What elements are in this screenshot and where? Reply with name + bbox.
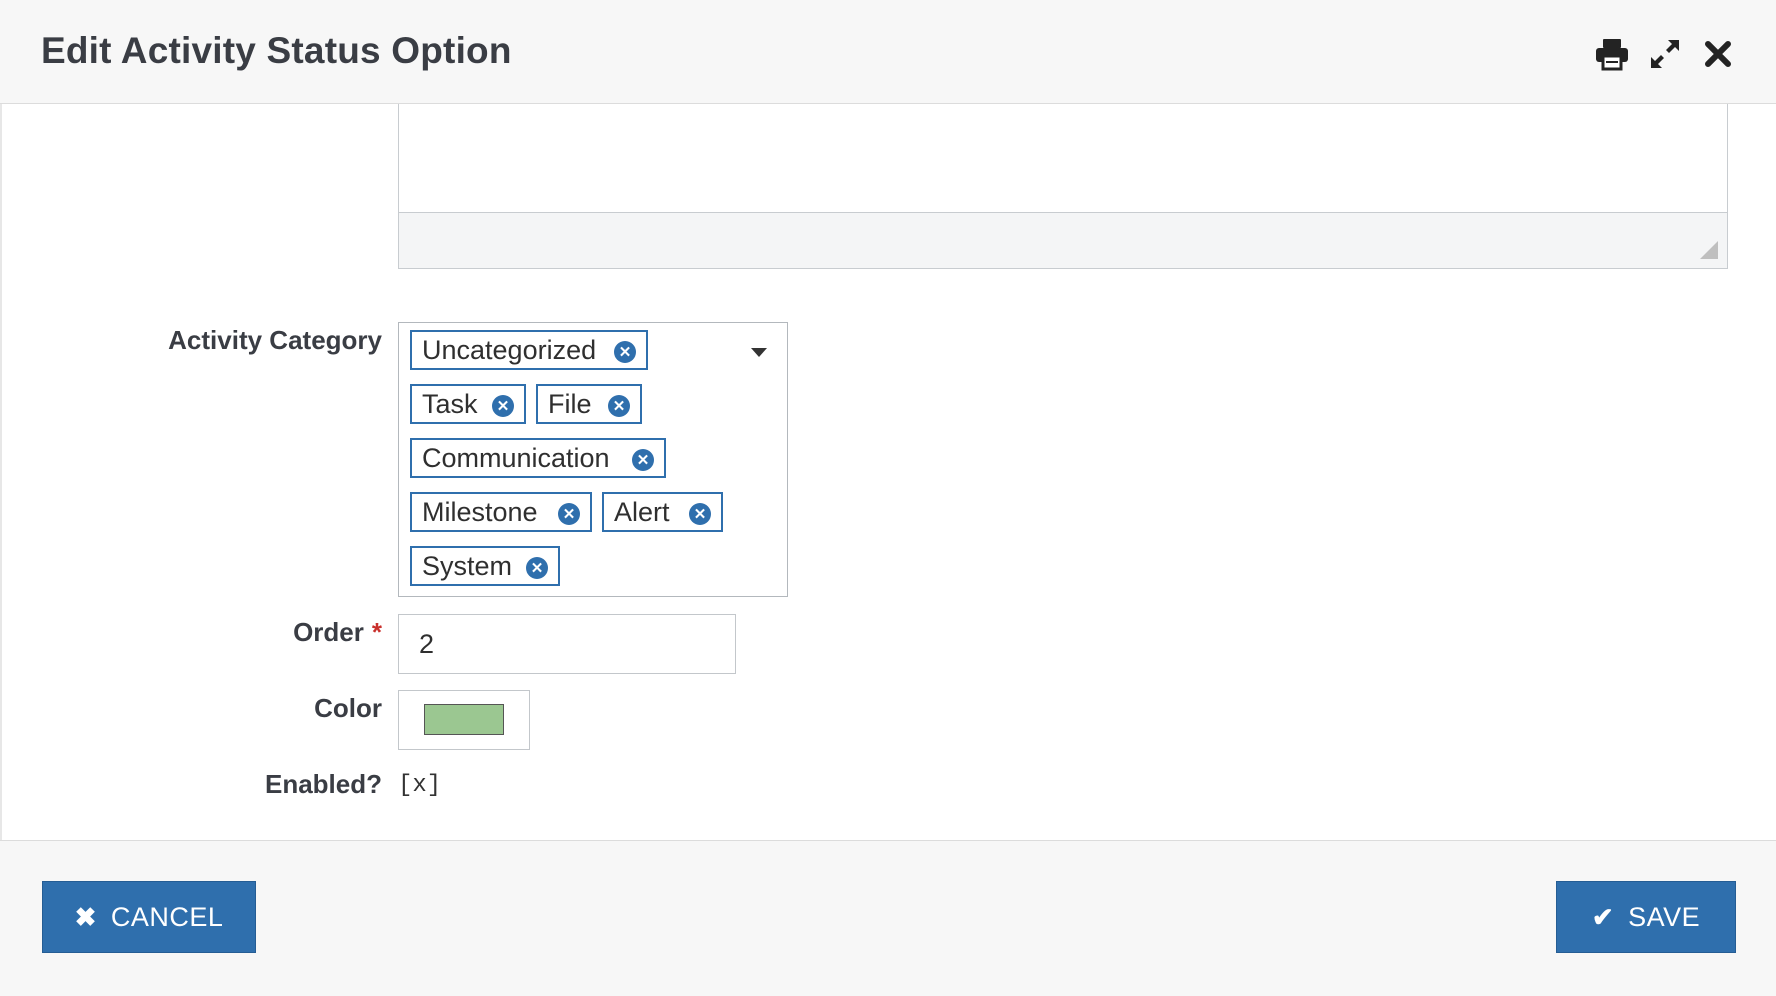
tag-label: Task — [422, 388, 478, 419]
order-label-text: Order — [293, 617, 364, 647]
tag-label: Alert — [614, 496, 670, 527]
tag-label: System — [422, 550, 513, 581]
remove-tag-icon[interactable]: ✕ — [608, 395, 630, 417]
color-label: Color — [314, 693, 382, 723]
chevron-down-icon[interactable] — [751, 348, 767, 357]
tag-label: Communication — [422, 442, 610, 473]
tag-milestone: Milestone ✕ — [410, 492, 592, 532]
remove-tag-icon[interactable]: ✕ — [689, 503, 711, 525]
activity-category-label: Activity Category — [168, 325, 382, 355]
order-input[interactable]: 2 — [398, 614, 736, 674]
tag-alert: Alert ✕ — [602, 492, 723, 532]
color-swatch — [424, 704, 504, 735]
description-textarea[interactable] — [398, 104, 1728, 269]
remove-tag-icon[interactable]: ✕ — [632, 449, 654, 471]
enabled-label: Enabled? — [264, 769, 382, 799]
required-marker: * — [371, 617, 382, 647]
check-icon: ✔ — [1591, 901, 1615, 932]
expand-icon[interactable] — [1645, 34, 1685, 74]
tag-file: File ✕ — [536, 384, 642, 424]
dialog-header: Edit Activity Status Option — [0, 0, 1776, 104]
print-icon[interactable] — [1592, 34, 1632, 74]
cancel-button[interactable]: ✖ CANCEL — [42, 881, 256, 953]
tag-label: Uncategorized — [422, 334, 597, 365]
cancel-button-label: CANCEL — [110, 901, 224, 932]
tag-task: Task ✕ — [410, 384, 526, 424]
times-icon: ✖ — [74, 901, 97, 932]
tag-communication: Communication ✕ — [410, 438, 666, 478]
save-button[interactable]: ✔ SAVE — [1556, 881, 1736, 953]
save-button-label: SAVE — [1628, 901, 1701, 932]
resize-handle-icon[interactable] — [1700, 241, 1718, 259]
remove-tag-icon[interactable]: ✕ — [492, 395, 514, 417]
left-edge-divider — [0, 104, 2, 840]
order-label: Order * — [150, 617, 382, 648]
remove-tag-icon[interactable]: ✕ — [614, 341, 636, 363]
tag-label: File — [548, 388, 592, 419]
textarea-statusbar — [399, 212, 1727, 268]
tag-uncategorized: Uncategorized ✕ — [410, 330, 648, 370]
close-icon[interactable] — [1698, 34, 1738, 74]
dialog-title: Edit Activity Status Option — [41, 30, 512, 71]
remove-tag-icon[interactable]: ✕ — [558, 503, 580, 525]
edit-dialog: Edit Activity Status Option Activity Cat… — [0, 0, 1776, 996]
tag-system: System ✕ — [410, 546, 560, 586]
remove-tag-icon[interactable]: ✕ — [526, 557, 548, 579]
tag-label: Milestone — [422, 496, 538, 527]
enabled-checkbox[interactable]: [x] — [398, 772, 441, 799]
color-picker[interactable] — [398, 690, 530, 750]
dialog-footer: ✖ CANCEL ✔ SAVE — [0, 840, 1776, 996]
